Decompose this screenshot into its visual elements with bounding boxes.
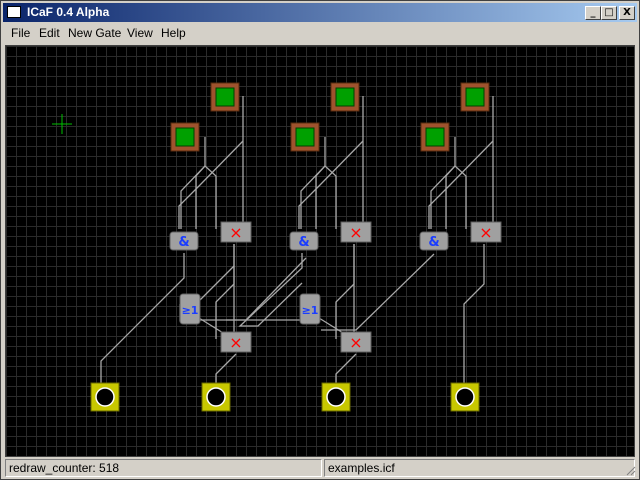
and-gate-label: & <box>428 235 439 250</box>
wire <box>315 165 326 229</box>
xor-gate[interactable]: × <box>340 331 372 353</box>
xor-gates[interactable]: × × × × × <box>220 221 502 353</box>
or-gate-label: ≥1 <box>302 304 319 317</box>
wire <box>100 253 185 383</box>
or-gate-label: ≥1 <box>182 304 199 317</box>
xor-gate[interactable]: × <box>340 221 372 243</box>
menu-view[interactable]: View <box>127 26 153 40</box>
menu-bar: File Edit New Gate View Help <box>3 23 637 43</box>
title-bar[interactable]: ICaF 0.4 Alpha _ □ X <box>3 3 637 22</box>
crosshair-cursor-icon <box>52 114 72 134</box>
and-gate-label: & <box>298 235 309 250</box>
wire <box>454 165 467 229</box>
wire <box>215 244 235 339</box>
circuit-diagram[interactable]: & & & ≥1 ≥1 × × × × × <box>6 46 635 457</box>
xor-gate-label: × <box>349 333 362 352</box>
input-switch[interactable] <box>290 122 320 152</box>
status-redraw-counter: redraw_counter: 518 <box>5 459 322 477</box>
maximize-button[interactable]: □ <box>601 6 617 20</box>
wire <box>428 140 494 229</box>
wire <box>196 257 307 321</box>
xor-gate[interactable]: × <box>220 221 252 243</box>
output-lamps[interactable] <box>90 382 480 412</box>
input-switch[interactable] <box>210 82 240 112</box>
xor-gate-label: × <box>229 223 242 242</box>
xor-gate[interactable]: × <box>470 221 502 243</box>
status-filename: examples.icf <box>324 459 635 477</box>
and-gate[interactable]: & <box>419 231 449 251</box>
output-lamp[interactable] <box>201 382 231 412</box>
or-gate[interactable]: ≥1 <box>299 293 321 325</box>
close-button[interactable]: X <box>619 6 635 20</box>
output-lamp[interactable] <box>321 382 351 412</box>
xor-gate-label: × <box>479 223 492 242</box>
app-window: ICaF 0.4 Alpha _ □ X File Edit New Gate … <box>0 0 640 480</box>
minimize-button[interactable]: _ <box>585 6 601 20</box>
wire <box>445 165 456 229</box>
and-gates[interactable]: & & & <box>169 231 449 251</box>
input-switch[interactable] <box>460 82 490 112</box>
wire <box>298 140 364 229</box>
input-switch[interactable] <box>330 82 360 112</box>
wire <box>238 253 303 327</box>
output-lamp[interactable] <box>450 382 480 412</box>
window-title: ICaF 0.4 Alpha <box>27 5 110 19</box>
wire <box>335 244 355 339</box>
wire <box>178 140 244 229</box>
wire <box>204 165 217 229</box>
menu-new-gate[interactable]: New Gate <box>68 26 121 40</box>
menu-edit[interactable]: Edit <box>39 26 60 40</box>
wire <box>215 353 237 383</box>
and-gate[interactable]: & <box>169 231 199 251</box>
and-gate-label: & <box>178 235 189 250</box>
output-lamp[interactable] <box>90 382 120 412</box>
input-switch[interactable] <box>170 122 200 152</box>
status-bar: redraw_counter: 518 examples.icf <box>3 459 637 477</box>
wire <box>195 165 206 229</box>
or-gate[interactable]: ≥1 <box>179 293 201 325</box>
and-gate[interactable]: & <box>289 231 319 251</box>
resize-grip-icon[interactable] <box>624 464 636 476</box>
wire <box>335 353 357 383</box>
wire <box>321 253 435 331</box>
wire <box>463 244 485 383</box>
xor-gate-label: × <box>229 333 242 352</box>
input-switches[interactable] <box>170 82 490 152</box>
input-switch[interactable] <box>420 122 450 152</box>
wire <box>324 165 337 229</box>
app-icon <box>7 6 21 18</box>
circuit-canvas[interactable]: & & & ≥1 ≥1 × × × × × <box>5 45 635 457</box>
xor-gate-label: × <box>349 223 362 242</box>
xor-gate[interactable]: × <box>220 331 252 353</box>
menu-help[interactable]: Help <box>161 26 186 40</box>
menu-file[interactable]: File <box>11 26 30 40</box>
